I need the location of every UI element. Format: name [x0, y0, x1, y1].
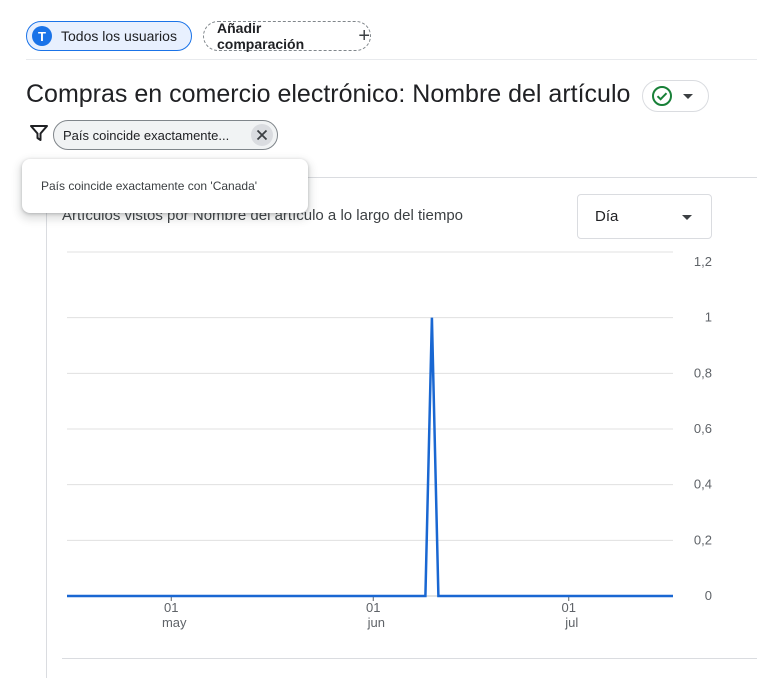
x-tick-day-label: 01: [366, 600, 380, 615]
y-tick-label: 1,2: [694, 254, 712, 269]
y-tick-label: 0,6: [694, 421, 712, 436]
x-tick-month-label: jul: [564, 615, 578, 630]
filter-tooltip: País coincide exactamente con 'Canada': [22, 159, 308, 213]
x-tick-day-label: 01: [164, 600, 178, 615]
y-tick-label: 0,2: [694, 532, 712, 547]
x-tick-day-label: 01: [562, 600, 576, 615]
y-tick-label: 0,8: [694, 365, 712, 380]
y-tick-label: 0,4: [694, 477, 712, 492]
card-bottom-border: [62, 658, 757, 659]
series-line[interactable]: [67, 317, 673, 598]
y-tick-label: 0: [705, 588, 712, 603]
y-tick-label: 1: [705, 310, 712, 325]
line-chart: 00,20,40,60,811,201may01jun01jul: [67, 251, 712, 630]
x-tick-month-label: may: [162, 615, 187, 630]
x-tick-month-label: jun: [367, 615, 385, 630]
